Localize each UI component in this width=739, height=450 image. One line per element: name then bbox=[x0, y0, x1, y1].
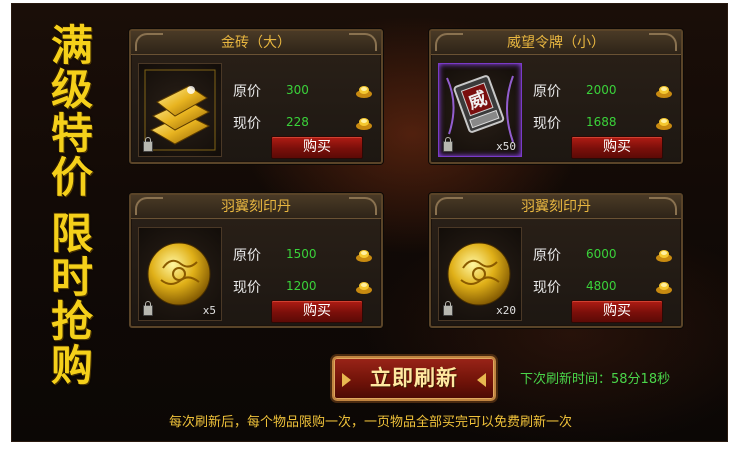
buy-button[interactable]: 购买 bbox=[271, 136, 363, 159]
lock-icon bbox=[143, 137, 153, 152]
lock-icon bbox=[143, 301, 153, 316]
item-slot[interactable]: x5 bbox=[138, 227, 222, 321]
original-price-label: 原价 bbox=[233, 84, 261, 100]
banner-char: 时 bbox=[50, 253, 93, 302]
item-quantity: x50 bbox=[496, 140, 516, 153]
shop-item-card: 羽翼刻印丹 x5 原价 1500 现价 1200 购买 bbox=[129, 193, 383, 328]
gold-ingot-icon bbox=[356, 86, 372, 98]
buy-button[interactable]: 购买 bbox=[571, 136, 663, 159]
item-title-bar: 金砖（大） bbox=[131, 31, 381, 55]
current-price-value: 4800 bbox=[586, 279, 617, 293]
current-price-value: 1688 bbox=[586, 115, 617, 129]
original-price-label: 原价 bbox=[533, 84, 561, 100]
item-title-bar: 羽翼刻印丹 bbox=[131, 195, 381, 219]
item-slot[interactable] bbox=[138, 63, 222, 157]
shop-item-card: 威望令牌（小） 威 x50 原价 2000 现价 1688 购买 bbox=[429, 29, 683, 164]
refresh-rule-notice: 每次刷新后，每个物品限购一次，一页物品全部买完可以免费刷新一次 bbox=[168, 415, 572, 430]
current-price-label: 现价 bbox=[533, 116, 561, 132]
shop-item-card: 羽翼刻印丹 x20 原价 6000 现价 4800 购买 bbox=[429, 193, 683, 328]
gold-ingot-icon bbox=[656, 86, 672, 98]
item-slot[interactable]: 威 x50 bbox=[438, 63, 522, 157]
banner-char: 购 bbox=[50, 341, 93, 390]
lock-icon bbox=[443, 301, 453, 316]
lock-icon bbox=[443, 137, 453, 152]
original-price-value: 2000 bbox=[586, 83, 617, 97]
shop-item-card: 金砖（大） 原价 300 现价 228 购买 bbox=[129, 29, 383, 164]
item-quantity: x20 bbox=[496, 304, 516, 317]
refresh-now-button[interactable]: 立即刷新 bbox=[332, 356, 496, 401]
vertical-banner: 满 级 特 价 限 时 抢 购 bbox=[42, 24, 102, 436]
buy-button[interactable]: 购买 bbox=[271, 300, 363, 323]
current-price-label: 现价 bbox=[233, 280, 261, 296]
item-slot[interactable]: x20 bbox=[438, 227, 522, 321]
item-name: 威望令牌（小） bbox=[507, 35, 605, 51]
original-price-value: 1500 bbox=[286, 247, 317, 261]
item-title-bar: 威望令牌（小） bbox=[431, 31, 681, 55]
gold-ingot-icon bbox=[656, 282, 672, 294]
item-title-bar: 羽翼刻印丹 bbox=[431, 195, 681, 219]
gold-ingot-icon bbox=[656, 118, 672, 130]
gold-ingot-icon bbox=[356, 118, 372, 130]
original-price-label: 原价 bbox=[233, 248, 261, 264]
item-name: 羽翼刻印丹 bbox=[521, 199, 591, 215]
banner-char: 价 bbox=[50, 153, 93, 202]
gold-ingot-icon bbox=[356, 250, 372, 262]
gold-ingot-icon bbox=[356, 282, 372, 294]
current-price-label: 现价 bbox=[233, 116, 261, 132]
item-name: 金砖（大） bbox=[221, 35, 291, 51]
item-quantity: x5 bbox=[202, 304, 216, 317]
banner-char: 抢 bbox=[50, 297, 93, 346]
next-refresh-timer: 下次刷新时间：58分18秒 bbox=[520, 372, 671, 387]
current-price-label: 现价 bbox=[533, 280, 561, 296]
refresh-button-label: 立即刷新 bbox=[370, 366, 458, 390]
banner-char: 特 bbox=[50, 109, 93, 158]
banner-char: 满 bbox=[50, 21, 93, 70]
banner-char: 限 bbox=[50, 209, 93, 258]
buy-button[interactable]: 购买 bbox=[571, 300, 663, 323]
gold-ingot-icon bbox=[656, 250, 672, 262]
original-price-value: 300 bbox=[286, 83, 309, 97]
original-price-label: 原价 bbox=[533, 248, 561, 264]
current-price-value: 228 bbox=[286, 115, 309, 129]
limited-sale-panel: 满 级 特 价 限 时 抢 购 金砖（大） 原价 300 现价 228 购买 威… bbox=[11, 3, 728, 442]
current-price-value: 1200 bbox=[286, 279, 317, 293]
item-name: 羽翼刻印丹 bbox=[221, 199, 291, 215]
original-price-value: 6000 bbox=[586, 247, 617, 261]
banner-char: 级 bbox=[50, 65, 93, 114]
